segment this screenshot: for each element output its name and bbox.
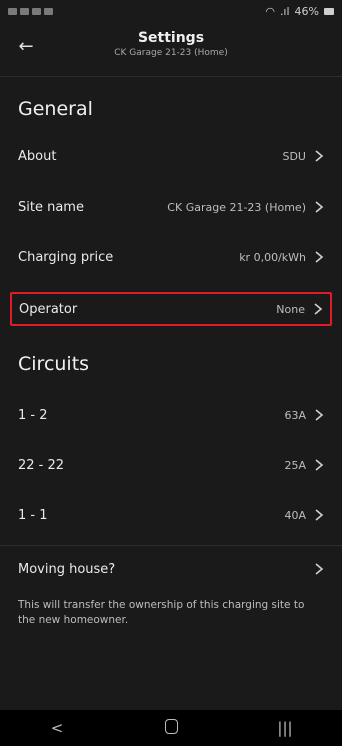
row-value: 63A	[284, 408, 306, 422]
chevron-right-icon	[314, 251, 324, 263]
setting-row-charging-price[interactable]: Charging price kr 0,00/kWh	[10, 240, 332, 274]
status-bar: ◠ .ıl 46%	[0, 0, 342, 22]
setting-row-about[interactable]: About SDU	[10, 139, 332, 173]
notification-icon	[20, 7, 29, 15]
row-label: 1 - 1	[18, 507, 48, 523]
row-value: None	[276, 302, 305, 316]
circuit-row[interactable]: 1 - 2 63A	[10, 398, 332, 432]
row-value: 25A	[284, 458, 306, 472]
status-icons: ◠ .ıl 46%	[265, 5, 334, 18]
nav-home-icon[interactable]	[141, 718, 201, 738]
row-label: 22 - 22	[18, 457, 65, 473]
row-value: SDU	[282, 149, 306, 163]
chevron-right-icon	[314, 201, 324, 213]
row-label: 1 - 2	[18, 407, 48, 423]
setting-row-operator[interactable]: Operator None	[10, 292, 332, 326]
page-subtitle: CK Garage 21-23 (Home)	[114, 48, 228, 58]
battery-icon	[324, 7, 334, 15]
row-label: Site name	[18, 199, 84, 215]
row-value: kr 0,00/kWh	[239, 250, 306, 264]
row-label: Charging price	[18, 249, 114, 265]
nav-recents-icon[interactable]: |||	[255, 719, 315, 737]
row-value: CK Garage 21-23 (Home)	[167, 200, 306, 214]
moving-house-note: This will transfer the ownership of this…	[18, 599, 305, 626]
title-block: Settings CK Garage 21-23 (Home)	[0, 30, 342, 60]
wifi-icon: ◠	[265, 4, 275, 18]
moving-house-row[interactable]: Moving house?	[10, 552, 332, 586]
signal-icon: .ıl	[279, 4, 290, 18]
circuit-row[interactable]: 22 - 22 25A	[10, 448, 332, 482]
chevron-right-icon	[314, 409, 324, 421]
chevron-right-icon	[314, 563, 324, 575]
row-label: About	[18, 148, 57, 164]
app-bar: ← Settings CK Garage 21-23 (Home)	[0, 24, 342, 70]
page-title: Settings	[137, 30, 205, 46]
chevron-right-icon	[314, 509, 324, 521]
row-label: Moving house?	[18, 561, 116, 577]
chevron-right-icon	[314, 150, 324, 162]
setting-row-site-name[interactable]: Site name CK Garage 21-23 (Home)	[10, 190, 332, 224]
notification-icon	[8, 7, 17, 15]
battery-percent: 46%	[294, 4, 319, 18]
header-divider	[0, 76, 342, 77]
chevron-right-icon	[313, 303, 323, 315]
row-value: 40A	[284, 508, 306, 522]
section-title-circuits: Circuits	[18, 353, 90, 375]
notification-icon	[44, 7, 53, 15]
system-nav-bar: < |||	[0, 710, 342, 746]
nav-back-icon[interactable]: <	[27, 719, 87, 737]
chevron-right-icon	[314, 459, 324, 471]
row-label: Operator	[19, 301, 78, 317]
circuit-row[interactable]: 1 - 1 40A	[10, 498, 332, 532]
section-divider	[0, 545, 342, 546]
notification-icons	[8, 7, 53, 15]
section-title-general: General	[18, 98, 93, 120]
notification-icon	[32, 7, 41, 15]
